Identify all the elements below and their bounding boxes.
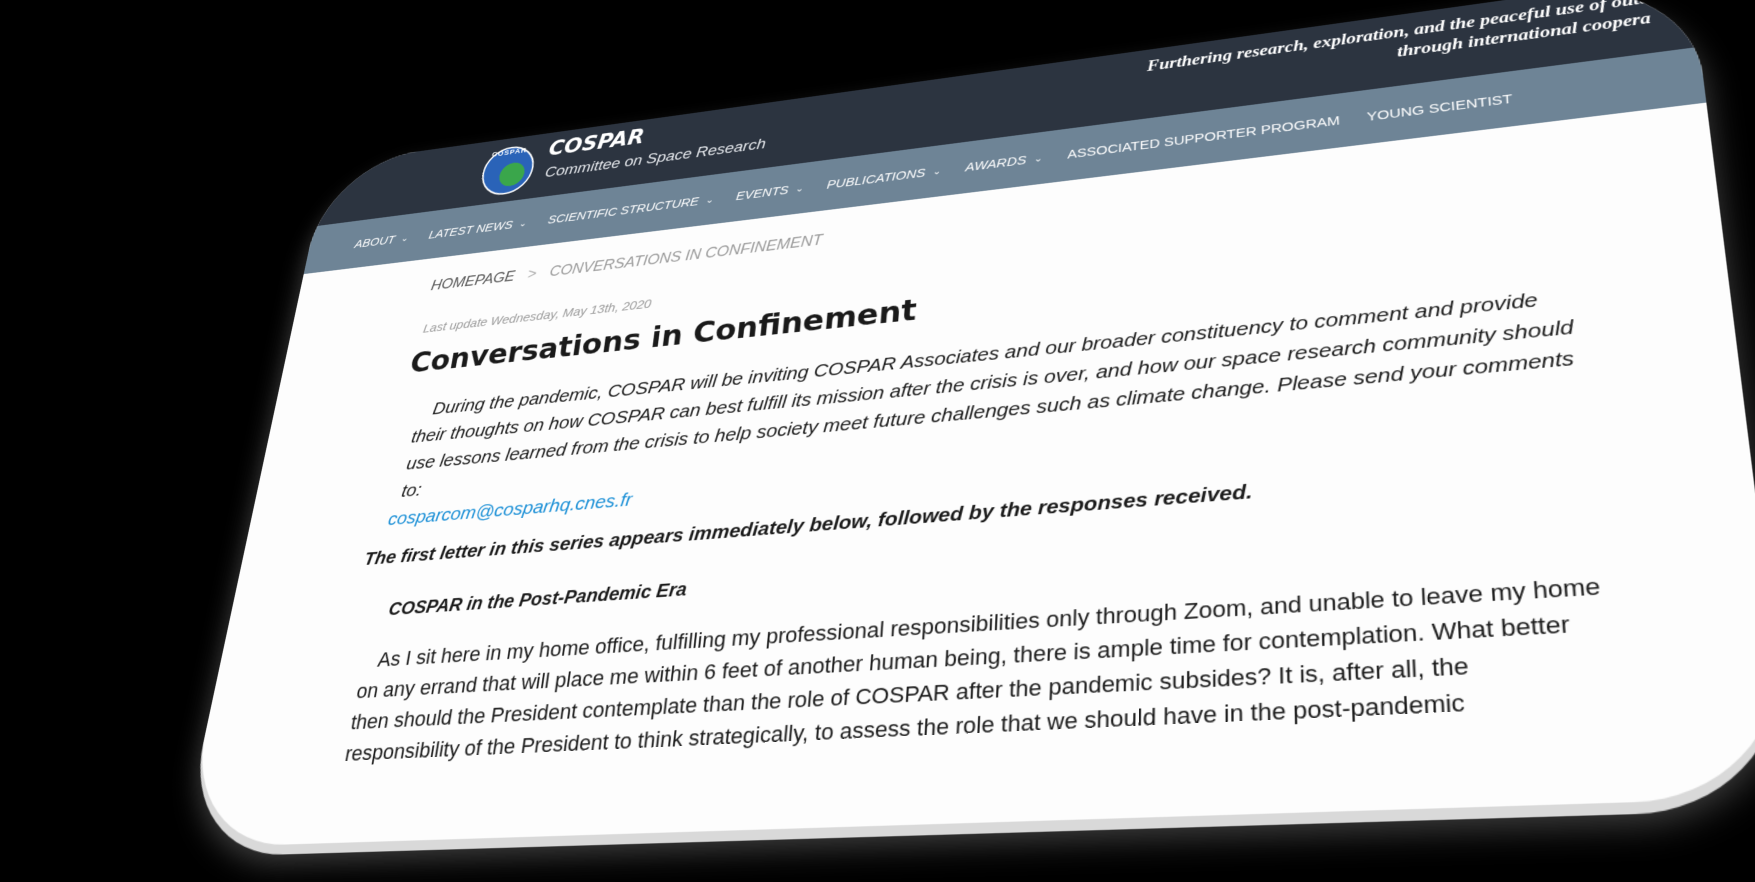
nav-item-publications[interactable]: PUBLICATIONS ⌄	[826, 164, 941, 192]
webpage-card: COSPAR COSPAR Committee on Space Researc…	[180, 0, 1755, 848]
chevron-down-icon: ⌄	[518, 218, 528, 229]
nav-label: ABOUT	[353, 232, 397, 251]
nav-label: SCIENTIFIC STRUCTURE	[546, 194, 700, 227]
nav-item-scientific-structure[interactable]: SCIENTIFIC STRUCTURE ⌄	[547, 192, 715, 226]
nav-item-awards[interactable]: AWARDS ⌄	[964, 151, 1043, 175]
chevron-down-icon: ⌄	[1033, 153, 1043, 165]
chevron-down-icon: ⌄	[400, 233, 410, 244]
nav-label: EVENTS	[735, 182, 790, 203]
nav-label: YOUNG SCIENTIST	[1366, 91, 1513, 125]
chevron-down-icon: ⌄	[795, 183, 805, 194]
chevron-down-icon: ⌄	[705, 194, 715, 206]
nav-item-young-scientist[interactable]: YOUNG SCIENTIST	[1366, 91, 1512, 124]
nav-label: PUBLICATIONS	[826, 165, 926, 192]
screenshot-stage: COSPAR COSPAR Committee on Space Researc…	[0, 0, 1755, 882]
nav-label: LATEST NEWS	[427, 217, 514, 242]
nav-item-latest-news[interactable]: LATEST NEWS ⌄	[428, 216, 528, 241]
nav-item-about[interactable]: ABOUT ⌄	[354, 231, 410, 251]
nav-label: AWARDS	[964, 152, 1027, 175]
nav-item-events[interactable]: EVENTS ⌄	[735, 181, 804, 203]
chevron-down-icon: ⌄	[932, 166, 942, 177]
chevron-right-icon: >	[526, 265, 538, 283]
breadcrumb-home-link[interactable]: HOMEPAGE	[430, 268, 516, 294]
